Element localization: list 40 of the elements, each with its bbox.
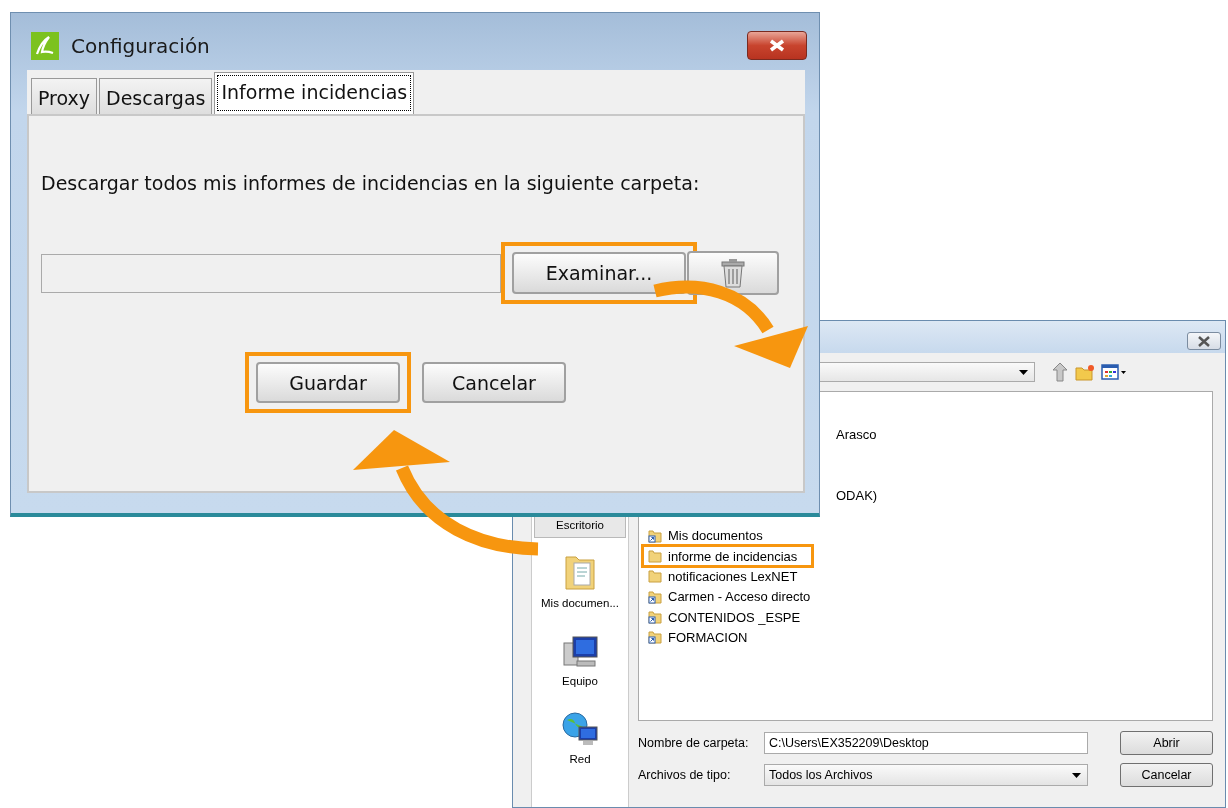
folder-name-label: Nombre de carpeta:: [638, 736, 750, 750]
folder-shortcut-icon: [648, 528, 662, 543]
tab[interactable]: Proxy: [31, 78, 98, 114]
trash-icon: [718, 257, 748, 289]
caret-icon: [1072, 772, 1081, 778]
folder-item[interactable]: Arasco: [829, 422, 894, 447]
view-menu-icon[interactable]: [1101, 364, 1127, 380]
folder-shortcut-icon: [648, 589, 662, 604]
folder-icon: [648, 569, 662, 584]
cancel-button[interactable]: Cancelar: [422, 362, 566, 403]
folder-prompt-text: Descargar todos mis informes de incidencias en la siguiente carpeta:: [41, 172, 701, 194]
folder-item[interactable]: ODAK): [829, 483, 895, 508]
place-item[interactable]: Equipo: [534, 616, 626, 694]
place-item[interactable]: Red: [534, 694, 626, 772]
folder-shortcut-icon: [648, 610, 662, 624]
computer-icon: [561, 635, 599, 669]
folder-icon: [648, 549, 662, 564]
window-title: Configuración: [71, 33, 211, 58]
folder-item[interactable]: informe de incidencias: [641, 544, 815, 569]
file-type-dropdown[interactable]: Todos los Archivos: [764, 764, 1088, 786]
caret-icon: [1019, 369, 1028, 375]
tab[interactable]: Informe incidencias: [214, 72, 415, 114]
browse-button[interactable]: Examinar...: [512, 252, 686, 294]
close-icon: [768, 39, 786, 52]
app-logo-icon: [31, 31, 59, 60]
close-button[interactable]: [1187, 332, 1221, 350]
save-button[interactable]: Guardar: [256, 362, 400, 403]
close-button[interactable]: [747, 31, 807, 60]
new-folder-icon[interactable]: [1075, 363, 1095, 381]
folder-shortcut-icon: [648, 630, 662, 645]
close-icon: [1197, 335, 1211, 347]
open-button[interactable]: Abrir: [1120, 731, 1213, 755]
cancel-button[interactable]: Cancelar: [1120, 763, 1213, 787]
up-folder-icon[interactable]: [1051, 362, 1069, 382]
place-item[interactable]: Mis documen...: [534, 538, 626, 616]
file-type-label: Archivos de tipo:: [638, 768, 732, 782]
folder-name-field[interactable]: C:\Users\EX352209\Desktop: [764, 732, 1088, 754]
tab[interactable]: Descargas: [99, 78, 213, 114]
network-globe-icon: [561, 711, 599, 747]
folder-path-field[interactable]: [41, 253, 501, 293]
